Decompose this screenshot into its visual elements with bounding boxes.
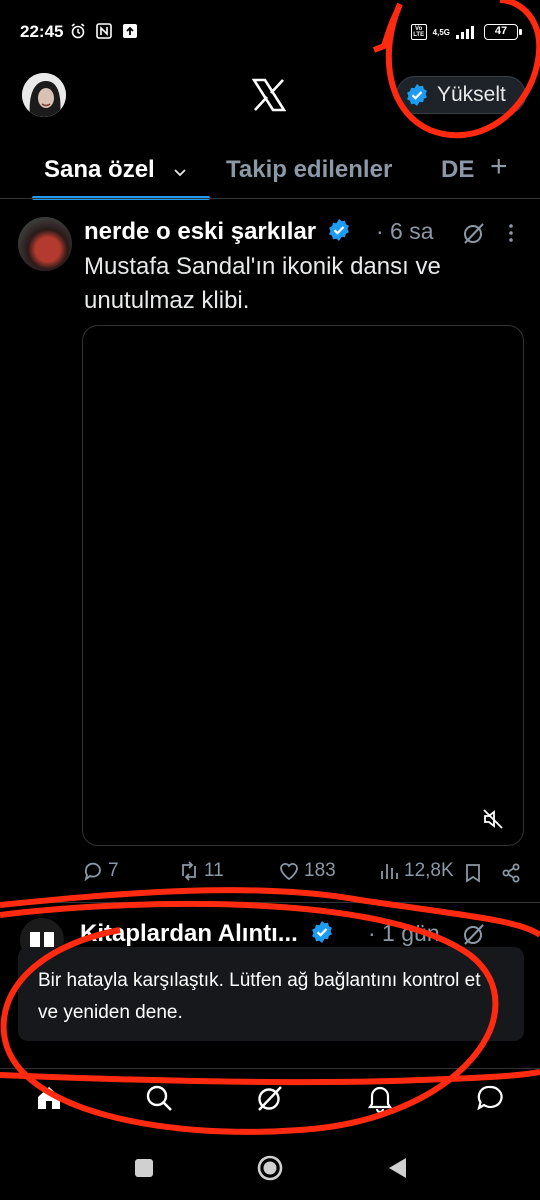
repost-count: 11 — [204, 860, 224, 881]
divider — [0, 902, 540, 903]
bell-icon[interactable] — [365, 1083, 395, 1113]
status-bar: 22:45 Vo LTE 4,5G 47 — [0, 0, 540, 62]
add-tab-button[interactable]: + — [490, 150, 508, 184]
reply-count: 7 — [108, 860, 119, 881]
messages-icon[interactable] — [475, 1083, 505, 1113]
like-button[interactable]: 183 — [278, 860, 336, 882]
upgrade-button[interactable]: Yükselt — [396, 76, 526, 114]
more-options-icon[interactable] — [506, 221, 516, 245]
chevron-down-icon[interactable] — [172, 164, 188, 180]
home-icon[interactable] — [34, 1083, 64, 1113]
tab-for-you[interactable]: Sana özel — [44, 156, 155, 184]
back-icon[interactable] — [386, 1156, 408, 1180]
error-toast: Bir hatayla karşılaştık. Lütfen ağ bağla… — [18, 947, 524, 1041]
author-name-text: Kitaplardan Alıntı... — [80, 920, 298, 947]
like-count: 183 — [304, 860, 336, 881]
nfc-icon — [96, 23, 112, 39]
verified-badge-icon — [328, 219, 349, 241]
recents-icon[interactable] — [134, 1158, 154, 1178]
system-navigation — [0, 1136, 540, 1200]
grok-icon[interactable] — [462, 221, 486, 245]
post-author-avatar[interactable] — [18, 217, 72, 271]
post-author-name[interactable]: Kitaplardan Alıntı... — [80, 920, 334, 948]
author-name-text: nerde o eski şarkılar — [84, 218, 317, 245]
reply-icon — [84, 862, 101, 882]
profile-avatar[interactable] — [22, 73, 66, 117]
x-logo-icon[interactable] — [252, 78, 286, 112]
tab-de[interactable]: DE — [441, 156, 474, 184]
post-text: Mustafa Sandal'ın ikonik dansı ve unutul… — [84, 253, 441, 314]
views-icon — [381, 864, 398, 879]
home-button-icon[interactable] — [256, 1154, 284, 1182]
battery-indicator: 47 — [484, 24, 522, 40]
views-button[interactable]: 12,8K — [378, 860, 454, 882]
upload-icon — [123, 24, 137, 38]
post-timestamp[interactable]: · 6 sa — [376, 218, 434, 245]
share-icon[interactable] — [500, 862, 522, 884]
tab-following[interactable]: Takip edilenler — [226, 156, 392, 184]
grok-icon[interactable] — [255, 1083, 285, 1113]
heart-icon — [280, 863, 298, 881]
verified-badge-icon — [407, 84, 427, 106]
status-right: Vo LTE 4,5G 47 — [410, 22, 522, 42]
mute-icon[interactable] — [481, 807, 505, 831]
post-author-name[interactable]: nerde o eski şarkılar — [84, 218, 351, 246]
profile-photo — [22, 73, 66, 117]
bookmark-icon[interactable] — [462, 862, 484, 884]
alarm-icon — [71, 23, 85, 39]
upgrade-label: Yükselt — [437, 83, 506, 106]
reply-button[interactable]: 7 — [82, 860, 119, 882]
grok-icon[interactable] — [462, 922, 486, 946]
timeline-tabs: Sana özel Takip edilenler DE + — [0, 138, 540, 200]
repost-icon — [182, 861, 196, 881]
status-time: 22:45 — [20, 22, 64, 41]
post-actions: 7 11 183 12,8K — [82, 860, 528, 888]
verified-badge-icon — [312, 921, 333, 943]
repost-button[interactable]: 11 — [178, 860, 224, 882]
bottom-navigation — [0, 1068, 540, 1132]
view-count: 12,8K — [404, 860, 454, 881]
video-player[interactable] — [82, 325, 524, 846]
signal-icon — [456, 26, 474, 39]
post-timestamp[interactable]: · 1 gün — [368, 920, 440, 947]
divider — [0, 198, 540, 199]
network-type: 4,5G — [432, 27, 450, 37]
search-icon[interactable] — [144, 1083, 174, 1113]
volte-icon: Vo LTE — [410, 24, 427, 40]
